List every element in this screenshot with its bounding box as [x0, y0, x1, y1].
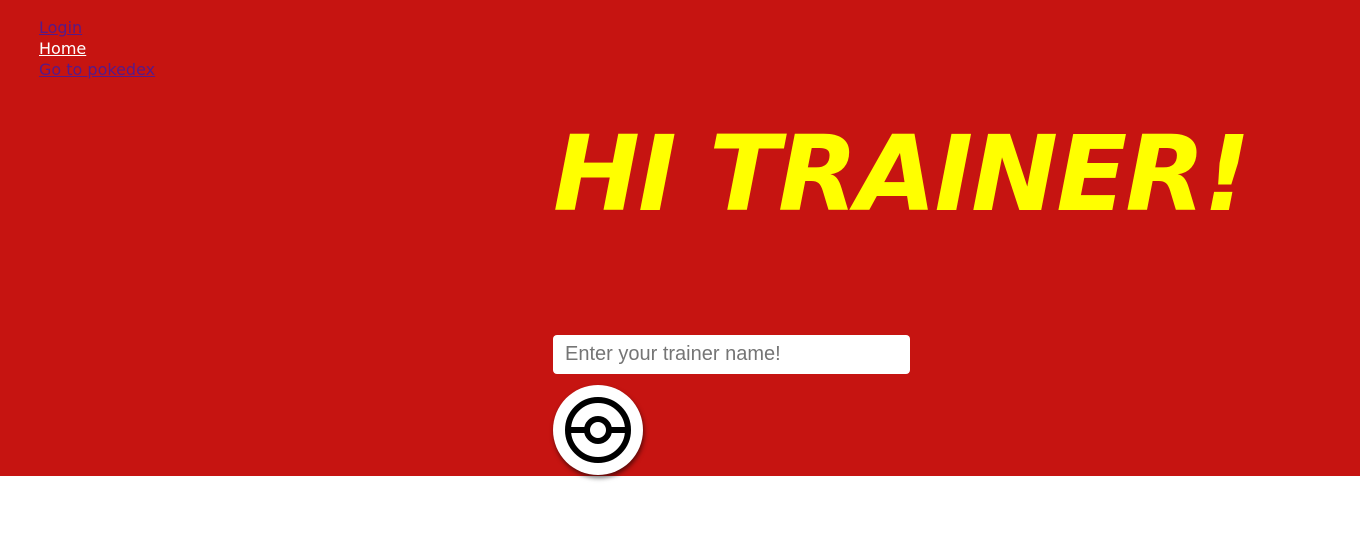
trainer-name-input[interactable]	[553, 335, 910, 374]
pokeball-submit-button[interactable]	[553, 385, 643, 475]
page-title: HI TRAINER!	[553, 113, 1251, 235]
hero-section: Login Home Go to pokedex HI TRAINER!	[0, 0, 1360, 476]
nav-links: Login Home Go to pokedex	[39, 17, 155, 80]
pokeball-icon	[563, 395, 633, 465]
nav-link-pokedex[interactable]: Go to pokedex	[39, 59, 155, 80]
nav-link-home[interactable]: Home	[39, 38, 155, 59]
nav-link-login[interactable]: Login	[39, 17, 155, 38]
